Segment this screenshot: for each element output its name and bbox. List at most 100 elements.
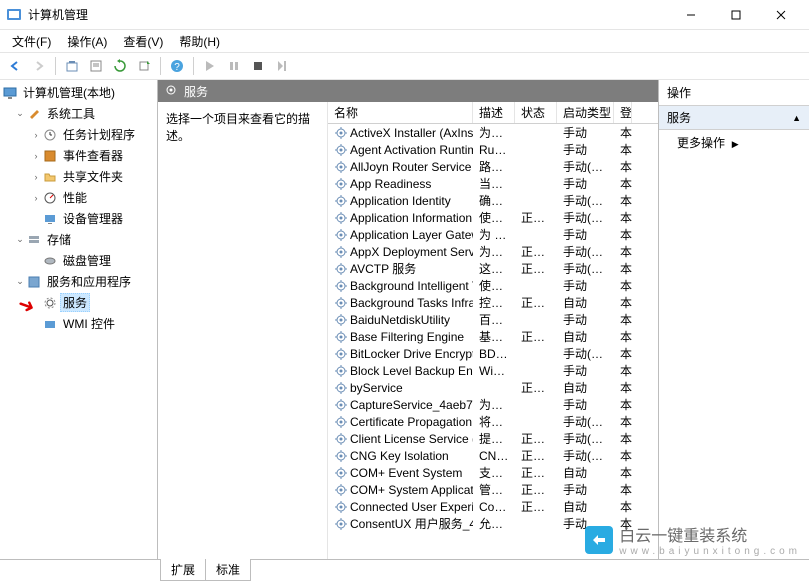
services-list[interactable]: 名称 描述 状态 启动类型 登 ActiveX Installer (AxIns… xyxy=(328,102,658,559)
col-startup[interactable]: 启动类型 xyxy=(557,102,614,123)
tree-services[interactable]: 服务 xyxy=(0,292,157,313)
service-startup: 手动(触发 ... xyxy=(557,447,614,464)
service-desc: 这是 ... xyxy=(473,260,515,277)
service-logon: 本 xyxy=(614,243,632,260)
tree-performance[interactable]: ›性能 xyxy=(0,187,157,208)
tree-wmi[interactable]: WMI 控件 xyxy=(0,313,157,334)
service-row[interactable]: ActiveX Installer (AxInstSV)为从 ...手动本 xyxy=(328,124,658,141)
service-row[interactable]: AllJoyn Router Service路由 ...手动(触发 ...本 xyxy=(328,158,658,175)
properties-button[interactable] xyxy=(85,55,107,77)
gear-icon xyxy=(42,295,58,311)
expand-icon[interactable]: › xyxy=(30,193,42,203)
maximize-button[interactable] xyxy=(713,0,758,30)
restart-service-button[interactable] xyxy=(271,55,293,77)
prompt-text: 选择一个项目来查看它的描述。 xyxy=(166,112,310,143)
back-button[interactable] xyxy=(4,55,26,77)
close-button[interactable] xyxy=(758,0,803,30)
services-header: 服务 xyxy=(158,80,658,102)
expand-icon[interactable]: › xyxy=(30,151,42,161)
list-header: 名称 描述 状态 启动类型 登 xyxy=(328,102,658,124)
actions-more[interactable]: 更多操作 ▶ xyxy=(659,130,809,155)
collapse-icon[interactable]: ⌄ xyxy=(14,108,26,119)
service-row[interactable]: COM+ System Application管理 ...正在 ...手动本 xyxy=(328,481,658,498)
service-logon: 本 xyxy=(614,226,632,243)
export-button[interactable] xyxy=(133,55,155,77)
collapse-icon[interactable]: ⌄ xyxy=(14,276,26,287)
service-startup: 手动 xyxy=(557,141,614,158)
start-service-button[interactable] xyxy=(199,55,221,77)
service-row[interactable]: Base Filtering Engine基本 ...正在 ...自动本 xyxy=(328,328,658,345)
service-name: BaiduNetdiskUtility xyxy=(350,313,450,327)
menu-action[interactable]: 操作(A) xyxy=(59,31,115,52)
pause-service-button[interactable] xyxy=(223,55,245,77)
service-desc: 使用 ... xyxy=(473,277,515,294)
service-row[interactable]: Background Intelligent Tra...使用 ...手动本 xyxy=(328,277,658,294)
service-logon: 本 xyxy=(614,430,632,447)
service-row[interactable]: App Readiness当用 ...手动本 xyxy=(328,175,658,192)
col-status[interactable]: 状态 xyxy=(515,102,557,123)
service-logon: 本 xyxy=(614,260,632,277)
tree-disk-management[interactable]: 磁盘管理 xyxy=(0,250,157,271)
service-icon xyxy=(334,449,348,463)
service-row[interactable]: CaptureService_4aeb7ca为调 ...手动本 xyxy=(328,396,658,413)
service-row[interactable]: Certificate Propagation将用 ...手动(触发 ...本 xyxy=(328,413,658,430)
service-row[interactable]: Application Information使用 ...正在 ...手动(触发… xyxy=(328,209,658,226)
minimize-button[interactable] xyxy=(668,0,713,30)
tree-storage[interactable]: ⌄存储 xyxy=(0,229,157,250)
service-row[interactable]: CNG Key IsolationCNG ...正在 ...手动(触发 ...本 xyxy=(328,447,658,464)
tree-root[interactable]: 计算机管理(本地) xyxy=(0,82,157,103)
expand-icon[interactable]: › xyxy=(30,130,42,140)
expand-icon[interactable]: › xyxy=(30,172,42,182)
service-row[interactable]: Application Identity确定 ...手动(触发 ...本 xyxy=(328,192,658,209)
service-icon xyxy=(334,228,348,242)
navigation-tree[interactable]: 计算机管理(本地) ⌄ 系统工具 ›任务计划程序 ›事件查看器 ›共享文件夹 ›… xyxy=(0,80,158,559)
tree-services-apps[interactable]: ⌄服务和应用程序 xyxy=(0,271,157,292)
service-row[interactable]: byService正在 ...自动本 xyxy=(328,379,658,396)
tree-system-tools[interactable]: ⌄ 系统工具 xyxy=(0,103,157,124)
chevron-right-icon: ▶ xyxy=(732,139,739,149)
service-row[interactable]: Agent Activation Runtime_...Runt...手动本 xyxy=(328,141,658,158)
forward-button[interactable] xyxy=(28,55,50,77)
tree-shared-folders[interactable]: ›共享文件夹 xyxy=(0,166,157,187)
actions-section[interactable]: 服务 ▲ xyxy=(659,106,809,130)
menu-view[interactable]: 查看(V) xyxy=(115,31,171,52)
refresh-button[interactable] xyxy=(109,55,131,77)
folder-icon xyxy=(42,169,58,185)
services-apps-icon xyxy=(26,274,42,290)
up-button[interactable] xyxy=(61,55,83,77)
service-row[interactable]: Background Tasks Infrastru...控制 ...正在 ..… xyxy=(328,294,658,311)
service-startup: 自动 xyxy=(557,294,614,311)
tree-event-viewer[interactable]: ›事件查看器 xyxy=(0,145,157,166)
service-name: Background Intelligent Tra... xyxy=(350,279,473,293)
menu-file[interactable]: 文件(F) xyxy=(4,31,59,52)
service-row[interactable]: Connected User Experienc...Con...正在 ...自… xyxy=(328,498,658,515)
clock-icon xyxy=(42,127,58,143)
tab-standard[interactable]: 标准 xyxy=(205,559,251,581)
collapse-icon[interactable]: ⌄ xyxy=(14,234,26,245)
service-row[interactable]: Client License Service (Clip...提供 ...正在 … xyxy=(328,430,658,447)
tab-extended[interactable]: 扩展 xyxy=(160,559,206,581)
service-row[interactable]: AVCTP 服务这是 ...正在 ...手动(触发 ...本 xyxy=(328,260,658,277)
col-name[interactable]: 名称 xyxy=(328,102,473,123)
service-row[interactable]: BaiduNetdiskUtility百度 ...手动本 xyxy=(328,311,658,328)
service-row[interactable]: AppX Deployment Service (...为部 ...正在 ...… xyxy=(328,243,658,260)
service-row[interactable]: Application Layer Gateway ...为 In...手动本 xyxy=(328,226,658,243)
service-startup: 手动(触发 ... xyxy=(557,413,614,430)
help-button[interactable]: ? xyxy=(166,55,188,77)
service-desc: Runt... xyxy=(473,143,515,157)
service-row[interactable]: Block Level Backup Engine ...Win...手动本 xyxy=(328,362,658,379)
service-startup: 手动 xyxy=(557,124,614,141)
col-logon[interactable]: 登 xyxy=(614,102,632,123)
service-row[interactable]: BitLocker Drive Encryption ...BDE...手动(触… xyxy=(328,345,658,362)
event-icon xyxy=(42,148,58,164)
stop-service-button[interactable] xyxy=(247,55,269,77)
tree-device-manager[interactable]: 设备管理器 xyxy=(0,208,157,229)
tree-task-scheduler[interactable]: ›任务计划程序 xyxy=(0,124,157,145)
service-desc: 支持 ... xyxy=(473,464,515,481)
service-row[interactable]: COM+ Event System支持 ...正在 ...自动本 xyxy=(328,464,658,481)
service-logon: 本 xyxy=(614,124,632,141)
service-icon xyxy=(334,466,348,480)
col-desc[interactable]: 描述 xyxy=(473,102,515,123)
service-logon: 本 xyxy=(614,158,632,175)
menu-help[interactable]: 帮助(H) xyxy=(171,31,228,52)
